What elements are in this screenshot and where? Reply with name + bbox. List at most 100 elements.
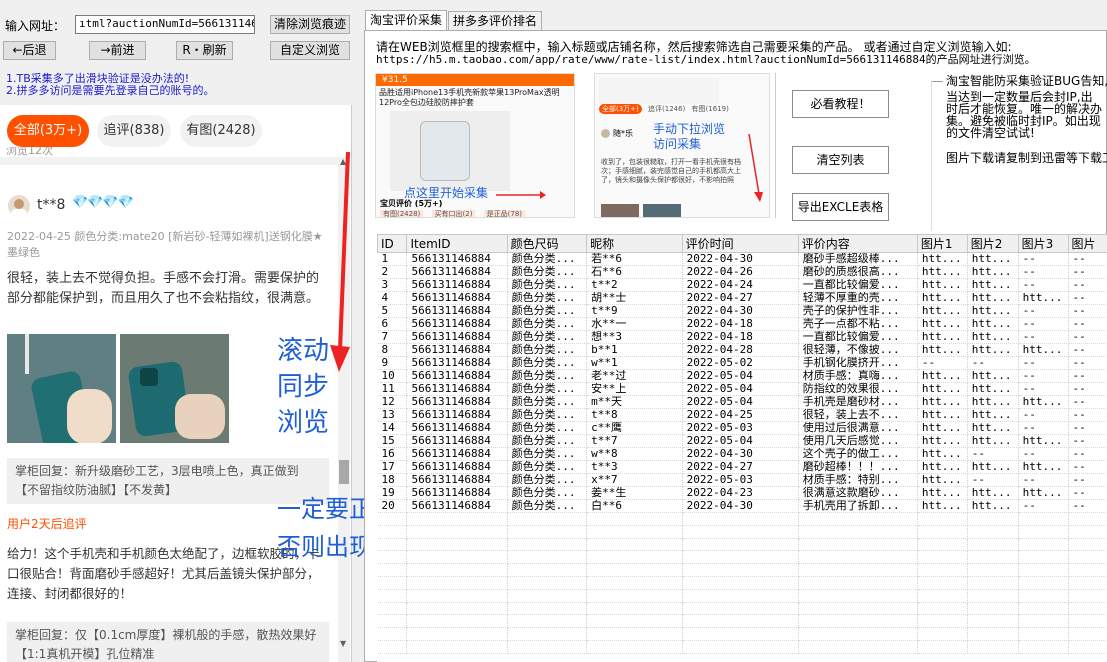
table-row[interactable]: 5 566131146884 颜色分类... t**9 2022-04-30 壳子的保护性… [377, 304, 1107, 318]
table-cell: 材质手感：真嗨... [798, 369, 918, 383]
table-cell: 2022-04-18 [682, 317, 799, 331]
divider [931, 81, 932, 231]
taobao-panel: 请在WEB浏览框里的搜索框中，输入标题或店铺名称，然后搜索筛选自己需要采集的产品… [364, 30, 1107, 662]
table-cell: 2022-05-04 [682, 369, 799, 383]
column-sku[interactable]: 颜色尺码 [506, 234, 588, 253]
table-cell: 颜色分类... [507, 499, 588, 513]
table-cell: 想**3 [586, 330, 683, 344]
table-cell: -- [1068, 356, 1107, 370]
filter-photo-pill[interactable]: 有图(2428) [180, 115, 262, 147]
column-itemid[interactable]: ItemID [406, 234, 508, 253]
table-cell: 2022-05-03 [682, 421, 799, 435]
table-cell: 一直都比较偏爱... [798, 330, 918, 344]
table-row[interactable]: 9 566131146884 颜色分类... w**1 2022-05-02 手机钢化膜挤… [377, 356, 1107, 370]
table-row[interactable]: 15 566131146884 颜色分类... t**7 2022-05-04 使用几天后… [377, 434, 1107, 448]
viewed-count-row: 浏览12次 [0, 147, 338, 157]
table-row[interactable]: 17 566131146884 颜色分类... t**3 2022-04-27 磨砂超棒！… [377, 460, 1107, 474]
table-cell: htt... [917, 330, 968, 344]
table-cell: 材质手感：特别... [798, 473, 918, 487]
scrollbar-thumb[interactable] [339, 460, 349, 484]
table-cell: 壳子一点都不粘... [798, 317, 918, 331]
table-row[interactable]: 11 566131146884 颜色分类... 安**上 2022-05-04 防指纹的效… [377, 382, 1107, 396]
table-cell: 2022-05-04 [682, 395, 799, 409]
table-cell: 2022-04-30 [682, 499, 799, 513]
table-cell: t**9 [586, 304, 683, 318]
table-cell: 12 [377, 395, 408, 409]
table-row[interactable]: 7 566131146884 颜色分类... 想**3 2022-04-18 一直都比较偏… [377, 330, 1107, 344]
url-input[interactable]: ıtml?auctionNumId=566131146884 [75, 15, 255, 34]
clear-history-button[interactable]: 清除浏览痕迹 [270, 15, 350, 34]
table-cell: 566131146884 [406, 356, 508, 370]
instruction-line-1: 请在WEB浏览框里的搜索框中，输入标题或店铺名称，然后搜索筛选自己需要采集的产品… [376, 40, 1012, 54]
table-row[interactable]: 6 566131146884 颜色分类... 水**一 2022-04-18 壳子一点都不… [377, 317, 1107, 331]
table-cell: 颜色分类... [507, 369, 588, 383]
divider [775, 73, 776, 218]
table-row[interactable]: 18 566131146884 颜色分类... x**7 2022-05-03 材质手感：… [377, 473, 1107, 487]
table-cell: 颜色分类... [507, 356, 588, 370]
table-cell: htt... [967, 486, 1019, 500]
table-cell: 磨砂的质感很高... [798, 265, 918, 279]
table-row[interactable]: 19 566131146884 颜色分类... 姜**生 2022-04-23 很满意这款… [377, 486, 1107, 500]
table-cell: htt... [917, 447, 968, 461]
table-cell: 14 [377, 421, 408, 435]
table-row[interactable]: 1 566131146884 颜色分类... 若**6 2022-04-30 磨砂手感超级… [377, 252, 1107, 266]
tutorial-button[interactable]: 必看教程！ [792, 90, 889, 118]
table-row[interactable]: 4 566131146884 颜色分类... 胡**士 2022-04-27 轻薄不厚重的… [377, 291, 1107, 305]
table-cell: htt... [917, 486, 968, 500]
column-image3[interactable]: 图片3 [1017, 234, 1069, 253]
guide-image-collect: ¥31.5 品胜适用iPhone13手机壳新款苹果13ProMax透明12Pro… [375, 73, 575, 218]
table-cell: htt... [917, 460, 968, 474]
custom-browse-button[interactable]: 自定义浏览 [270, 41, 350, 60]
notice-2: 2.拼多多访问是需要先登录自己的账号的。 [6, 84, 215, 97]
table-cell: htt... [1018, 486, 1069, 500]
table-cell: 566131146884 [406, 395, 508, 409]
table-cell: t**7 [586, 434, 683, 448]
tab-taobao[interactable]: 淘宝评价采集 [365, 10, 448, 31]
table-row[interactable]: 20 566131146884 颜色分类... 白**6 2022-04-30 手机壳用了… [377, 499, 1107, 513]
table-cell: -- [1018, 421, 1069, 435]
back-button[interactable]: ←后退 [3, 41, 56, 60]
table-cell: -- [1068, 460, 1107, 474]
forward-button[interactable]: →前进 [89, 41, 146, 60]
table-header: ID ItemID 颜色尺码 昵称 评价时间 评价内容 图片1 图片2 图片3 … [377, 234, 1107, 253]
table-cell: -- [1018, 252, 1069, 266]
review-photo-2[interactable] [120, 334, 229, 443]
column-id[interactable]: ID [377, 234, 408, 253]
table-cell: 566131146884 [406, 382, 508, 396]
table-row[interactable]: 12 566131146884 颜色分类... m**天 2022-05-04 手机壳是磨… [377, 395, 1107, 409]
table-cell: htt... [967, 369, 1019, 383]
column-date[interactable]: 评价时间 [681, 234, 799, 253]
filter-all-pill[interactable]: 全部(3万+) [7, 115, 89, 147]
table-cell: htt... [917, 395, 968, 409]
table-cell: 颜色分类... [507, 265, 588, 279]
column-image2[interactable]: 图片2 [966, 234, 1019, 253]
review-photo-1[interactable] [7, 334, 116, 443]
table-row[interactable]: 13 566131146884 颜色分类... t**8 2022-04-25 很轻，装上… [377, 408, 1107, 422]
table-row[interactable]: 16 566131146884 颜色分类... w**8 2022-04-30 这个壳子的… [377, 447, 1107, 461]
refresh-button[interactable]: R・刷新 [176, 41, 233, 60]
column-nickname[interactable]: 昵称 [586, 234, 683, 253]
table-cell: -- [967, 356, 1019, 370]
table-cell: htt... [967, 304, 1019, 318]
column-content[interactable]: 评价内容 [797, 234, 918, 253]
camera-module-icon [140, 368, 158, 386]
table-cell: -- [967, 447, 1019, 461]
column-image4[interactable]: 图片 [1067, 234, 1107, 253]
scroll-down-icon[interactable]: ▼ [340, 639, 346, 648]
column-image1[interactable]: 图片1 [916, 234, 968, 253]
table-row[interactable]: 8 566131146884 颜色分类... b**1 2022-04-28 很轻薄，不像… [377, 343, 1107, 357]
table-cell: 2022-05-02 [682, 356, 799, 370]
results-table[interactable]: ID ItemID 颜色尺码 昵称 评价时间 评价内容 图片1 图片2 图片3 … [377, 234, 1107, 662]
filter-followup-pill[interactable]: 追评(838) [97, 115, 171, 147]
app-window: 输入网址： ıtml?auctionNumId=566131146884 清除浏… [0, 0, 1107, 662]
clear-list-button[interactable]: 清空列表 [792, 146, 889, 174]
table-row[interactable]: 2 566131146884 颜色分类... 石**6 2022-04-26 磨砂的质感很… [377, 265, 1107, 279]
table-cell: htt... [917, 278, 968, 292]
table-row[interactable]: 14 566131146884 颜色分类... c**鹰 2022-05-03 使用过后很… [377, 421, 1107, 435]
table-row[interactable]: 10 566131146884 颜色分类... 老**过 2022-05-04 材质手感：… [377, 369, 1107, 383]
table-row[interactable]: 3 566131146884 颜色分类... t**2 2022-04-24 一直都比较偏… [377, 278, 1107, 292]
export-excel-button[interactable]: 导出EXCLE表格 [792, 193, 889, 221]
tab-pinduoduo[interactable]: 拼多多评价排名 [448, 11, 543, 30]
table-cell: 颜色分类... [507, 304, 588, 318]
table-cell: htt... [967, 278, 1019, 292]
